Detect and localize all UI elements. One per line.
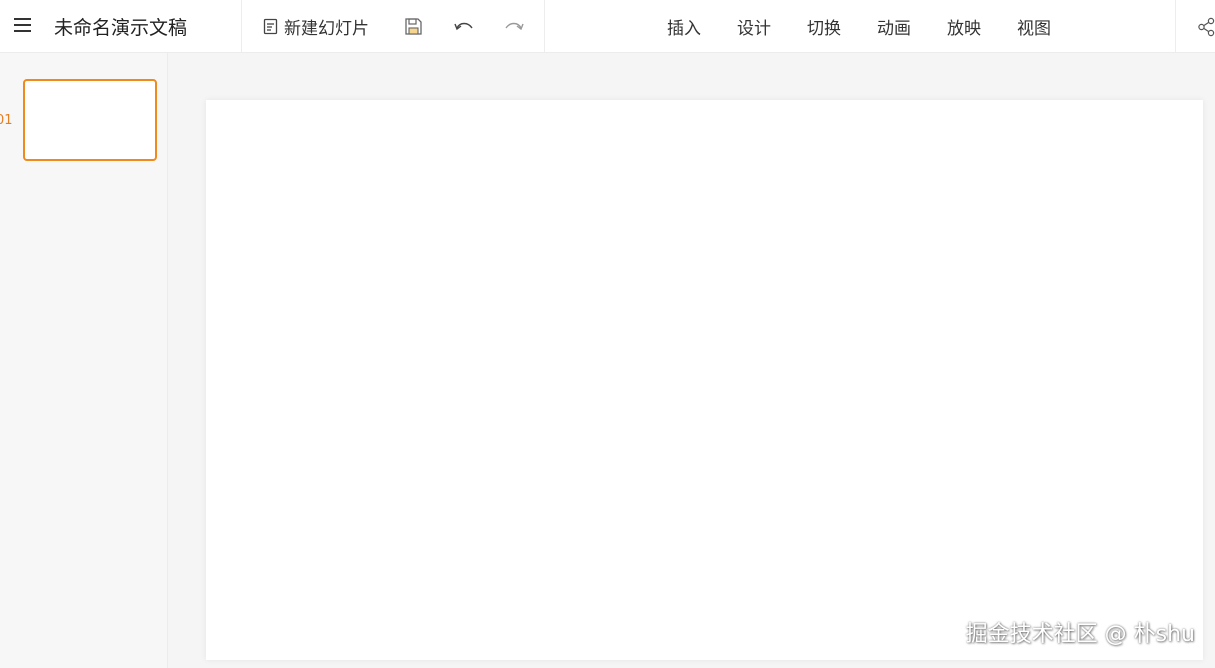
new-slide-icon (263, 18, 278, 34)
watermark: 掘金技术社区 @ 朴shu (965, 622, 1195, 647)
new-slide-button[interactable]: 新建幻灯片 (263, 0, 369, 53)
share-icon (1198, 17, 1215, 36)
slide-canvas[interactable] (206, 100, 1203, 660)
tab-slideshow[interactable]: 放映 (947, 14, 981, 39)
toolbar-divider (241, 0, 242, 53)
document-title[interactable]: 未命名演示文稿 (54, 13, 187, 40)
undo-icon (454, 22, 473, 30)
editor-canvas-area (168, 53, 1215, 668)
slide-thumbnail-panel: 01 (0, 53, 168, 668)
tab-view[interactable]: 视图 (1017, 14, 1051, 39)
hamburger-menu-icon[interactable] (14, 15, 32, 33)
toolbar-divider (1175, 0, 1176, 53)
slide-number: 01 (0, 113, 13, 128)
tab-insert[interactable]: 插入 (667, 14, 701, 39)
slide-thumbnail[interactable] (23, 79, 157, 161)
tab-transition[interactable]: 切换 (807, 14, 841, 39)
tab-animation[interactable]: 动画 (877, 14, 911, 39)
share-button[interactable] (1198, 0, 1215, 53)
undo-button[interactable] (453, 0, 475, 53)
redo-button[interactable] (503, 0, 525, 53)
tab-design[interactable]: 设计 (737, 14, 771, 39)
save-icon (405, 18, 422, 35)
top-toolbar: 未命名演示文稿 新建幻灯片 插入 设计 切换 动画 放映 视图 (0, 0, 1215, 53)
save-button[interactable] (404, 0, 423, 53)
toolbar-divider (544, 0, 545, 53)
new-slide-label: 新建幻灯片 (284, 19, 369, 39)
redo-icon (505, 22, 524, 30)
